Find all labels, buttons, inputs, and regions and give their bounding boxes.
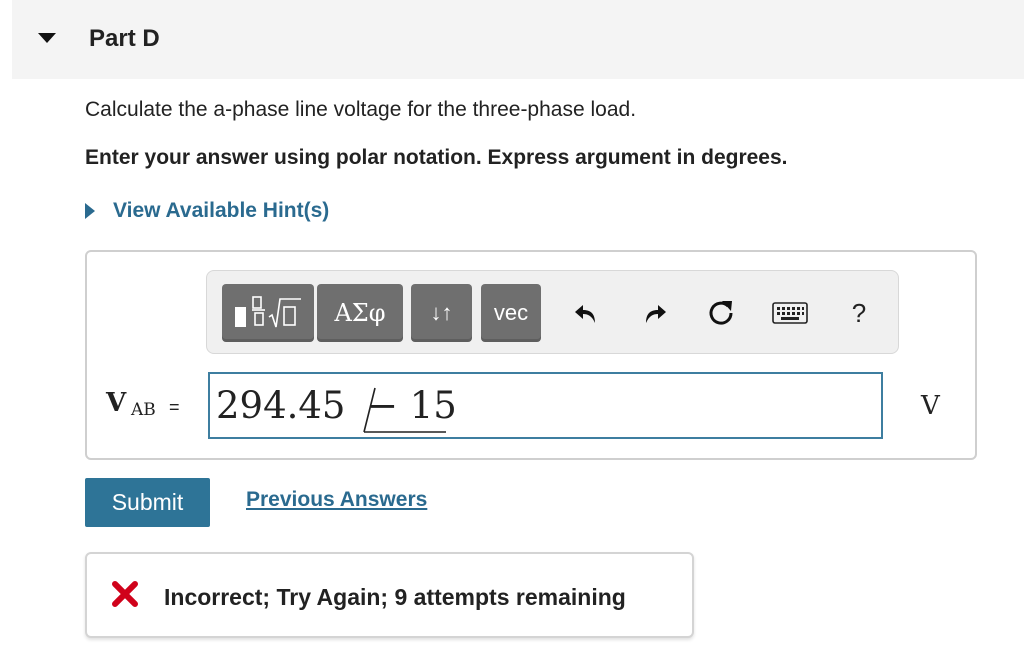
templates-button[interactable]: [222, 284, 314, 342]
feedback-box: Incorrect; Try Again; 9 attempts remaini…: [85, 552, 694, 638]
expand-triangle-icon: [85, 203, 95, 219]
arrows-label: ↓↑: [430, 300, 453, 325]
undo-button[interactable]: [567, 291, 607, 335]
instruction-text: Enter your answer using polar notation. …: [85, 146, 788, 169]
question-text: Calculate the a-phase line voltage for t…: [85, 98, 637, 121]
part-header[interactable]: Part D: [12, 0, 1024, 79]
vector-label: vec: [493, 300, 529, 325]
hint-label: View Available Hint(s): [113, 199, 330, 222]
equals-sign: =: [169, 397, 180, 417]
previous-answers-link[interactable]: Previous Answers: [246, 488, 427, 512]
unit-label: V: [921, 391, 940, 421]
collapse-caret-icon[interactable]: [38, 33, 56, 43]
help-label: ?: [851, 297, 867, 328]
incorrect-x-icon: [112, 581, 138, 607]
variable-symbol: V: [106, 388, 127, 418]
angle-value: − 15: [367, 384, 457, 427]
keyboard-icon: [772, 302, 808, 324]
arrows-button[interactable]: ↓↑: [411, 284, 472, 342]
vector-button[interactable]: vec: [481, 284, 541, 342]
view-hints-link[interactable]: View Available Hint(s): [85, 199, 329, 223]
keyboard-button[interactable]: [770, 291, 810, 335]
help-button[interactable]: ?: [839, 291, 879, 335]
greek-symbols-button[interactable]: ΑΣφ: [317, 284, 403, 342]
redo-icon: [646, 305, 666, 323]
magnitude-value: 294.45: [216, 384, 346, 427]
submit-button[interactable]: Submit: [85, 478, 210, 527]
variable-subscript: AB: [131, 400, 156, 420]
greek-symbols-label: ΑΣφ: [334, 299, 386, 327]
reset-button[interactable]: [701, 291, 741, 335]
answer-input[interactable]: 294.45 − 15: [208, 372, 883, 439]
math-toolbar: ΑΣφ ↓↑ vec ?: [206, 270, 899, 354]
undo-icon: [575, 305, 595, 323]
part-title: Part D: [89, 25, 160, 52]
reset-icon: [709, 301, 733, 325]
redo-button[interactable]: [634, 291, 674, 335]
templates-icon: [235, 296, 301, 328]
feedback-message: Incorrect; Try Again; 9 attempts remaini…: [164, 584, 626, 610]
